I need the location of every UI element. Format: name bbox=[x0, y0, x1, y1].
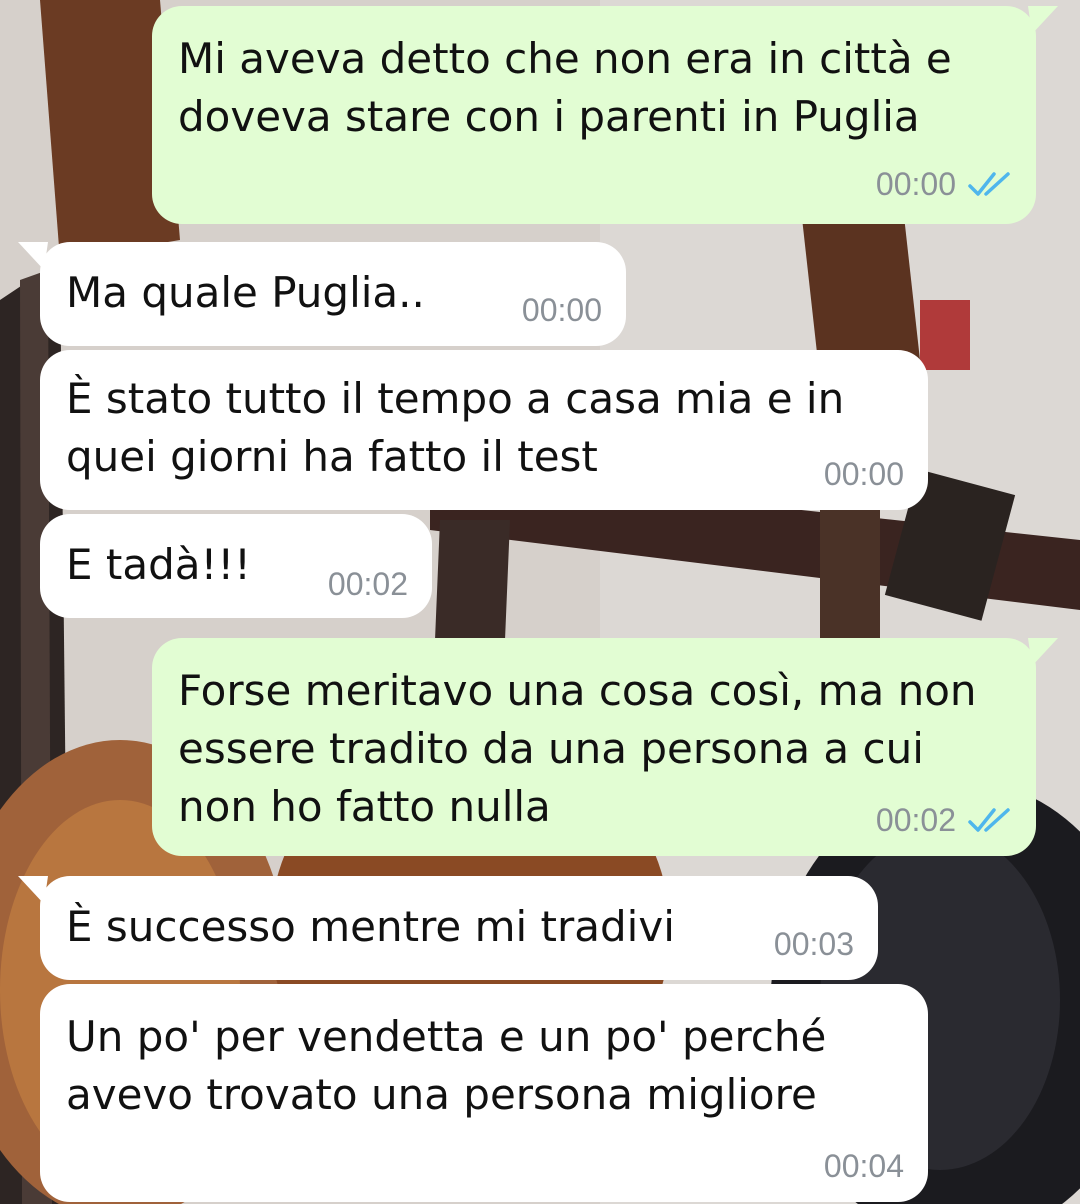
message-meta: 00:02 bbox=[328, 566, 408, 602]
message-meta: 00:04 bbox=[824, 1148, 904, 1184]
message-bubble-incoming[interactable]: È successo mentre mi tradivi 00:03 bbox=[18, 876, 878, 980]
bubble-tail-incoming bbox=[18, 242, 48, 270]
double-check-icon bbox=[968, 808, 1010, 832]
message-timestamp: 00:04 bbox=[823, 1148, 904, 1184]
message-bubble-incoming[interactable]: Ma quale Puglia.. 00:00 bbox=[18, 242, 626, 346]
bubble-tail-incoming bbox=[18, 876, 48, 904]
message-meta: 00:02 bbox=[876, 802, 1012, 838]
message-bubble-incoming[interactable]: E tadà!!! 00:02 bbox=[40, 514, 432, 618]
bubble-tail-outgoing bbox=[1028, 638, 1058, 666]
message-timestamp: 00:03 bbox=[773, 926, 854, 962]
message-timestamp: 00:00 bbox=[875, 166, 956, 202]
message-bubble-incoming[interactable]: È stato tutto il tempo a casa mia e in q… bbox=[40, 350, 928, 510]
message-bubble-outgoing[interactable]: Forse meritavo una cosa così, ma non ess… bbox=[152, 638, 1058, 856]
message-bubble-outgoing[interactable]: Mi aveva detto che non era in città e do… bbox=[152, 6, 1058, 224]
message-timestamp: 00:02 bbox=[327, 566, 408, 602]
message-text: Mi aveva detto che non era in città e do… bbox=[178, 34, 952, 141]
message-meta: 00:00 bbox=[522, 292, 602, 328]
message-meta: 00:00 bbox=[876, 166, 1012, 202]
double-check-icon bbox=[968, 172, 1010, 196]
message-timestamp: 00:00 bbox=[521, 292, 602, 328]
message-timestamp: 00:00 bbox=[823, 456, 904, 492]
bubble-tail-outgoing bbox=[1028, 6, 1058, 34]
message-timestamp: 00:02 bbox=[875, 802, 956, 838]
message-text: Un po' per vendetta e un po' perché avev… bbox=[66, 1012, 827, 1119]
message-text: È successo mentre mi tradivi bbox=[66, 902, 675, 951]
message-meta: 00:00 bbox=[824, 456, 904, 492]
message-bubble-incoming[interactable]: Un po' per vendetta e un po' perché avev… bbox=[40, 984, 928, 1202]
message-meta: 00:03 bbox=[774, 926, 854, 962]
message-text: È stato tutto il tempo a casa mia e in q… bbox=[66, 374, 845, 481]
